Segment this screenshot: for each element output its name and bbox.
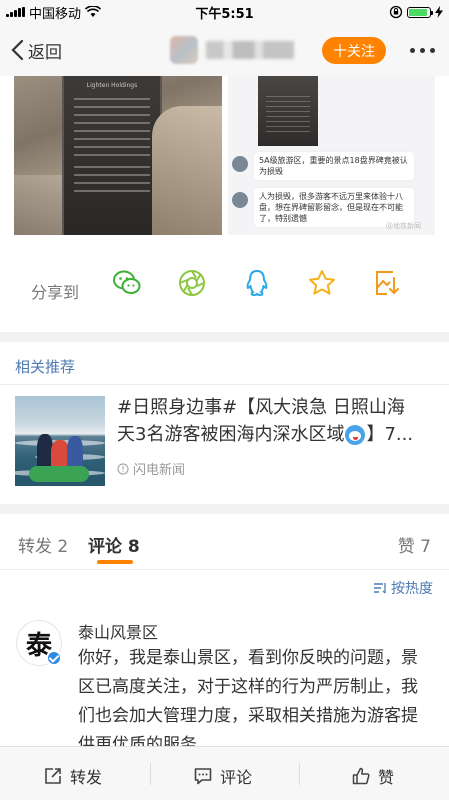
comment-label: 评论 [220, 768, 253, 787]
like-label: 赞 [378, 768, 395, 787]
chat-thumbnail [258, 76, 318, 146]
moments-icon[interactable] [177, 268, 207, 298]
follow-button[interactable]: 十关注 [322, 37, 386, 64]
emoji-icon [345, 425, 366, 445]
post-image-chat[interactable]: 5A级旅游区，重要的景点18盘界碑竟被认为损毁 人为损毁，很多游客不远万里来体验… [228, 76, 435, 235]
more-icon[interactable] [410, 48, 435, 53]
person-shape [67, 436, 83, 470]
source-link-icon [117, 462, 129, 475]
related-thumbnail[interactable] [15, 396, 105, 486]
comment-text: 你好，我是泰山景区，看到你反映的问题，景区已高度关注，对于这样的行为严厉制止，我… [78, 648, 418, 755]
back-button[interactable]: 返回 [10, 38, 62, 63]
rotation-lock-icon [389, 5, 403, 19]
thumbs-up-icon [352, 767, 370, 785]
stele-caption: Lighten Holdings [86, 82, 138, 89]
qq-icon[interactable] [242, 268, 272, 298]
share-label: 分享到 [31, 283, 80, 302]
related-headline-line2: 天3名游客被困海内深水区域 [117, 424, 345, 445]
image-watermark: @地铁新闻 [386, 222, 421, 230]
chat-avatar [232, 192, 248, 208]
post-image-stele[interactable]: Lighten Holdings [14, 76, 222, 235]
post-content: Lighten Holdings 5A级旅游区，重要的景点18盘界碑竟被认为损毁… [0, 76, 449, 250]
comment-tabs: 转发 2 评论 8 赞 7 [0, 514, 449, 570]
charging-icon [435, 6, 443, 18]
status-time: 下午5:51 [195, 6, 254, 22]
related-headline[interactable]: #日照身边事#【风大浪急 日照山海 天3名游客被困海内深水区域 】7... [117, 394, 435, 448]
chevron-left-icon [11, 39, 24, 61]
follow-label: 十关注 [333, 43, 375, 60]
repost-label: 转发 [70, 768, 103, 787]
related-section: 相关推荐 #日照身边事#【风大浪急 日照山海 天3名游客被困海内深水区域 】7..… [0, 342, 449, 504]
chat-avatar [232, 156, 248, 172]
tab-indicator [97, 560, 133, 564]
divider [150, 763, 151, 785]
stele-shape: Lighten Holdings [62, 76, 162, 235]
repost-button[interactable]: 转发 [44, 764, 102, 788]
related-title: 相关推荐 [15, 358, 76, 376]
sort-label: 按热度 [391, 581, 433, 597]
comment-icon [194, 768, 212, 785]
status-bar: 中国移动 下午5:51 [0, 0, 449, 24]
status-right [389, 5, 443, 19]
tab-comment[interactable]: 评论 8 [88, 532, 140, 557]
back-label: 返回 [28, 42, 62, 63]
related-source: 闪电新闻 [117, 459, 185, 478]
bottom-action-bar: 转发 评论 赞 [0, 746, 449, 800]
favorite-star-icon[interactable] [307, 268, 337, 298]
jetski-shape [29, 466, 89, 482]
author-avatar [170, 36, 198, 64]
chat-bubble-text: 5A级旅游区，重要的景点18盘界碑竟被认为损毁 [254, 152, 414, 180]
comments-section: 按热度 泰 泰山风景区 你好，我是泰山景区，看到你反映的问题，景区已高度关注，对… [0, 570, 449, 755]
repost-icon [45, 768, 61, 784]
rock-shape [14, 175, 64, 235]
nav-bar: 返回 十关注 [0, 24, 449, 76]
comment-button[interactable]: 评论 [194, 764, 252, 788]
related-headline-line1: #日照身边事#【风大浪急 日照山海 [117, 397, 405, 418]
author-name-blurred [206, 41, 294, 59]
related-source-label: 闪电新闻 [133, 463, 186, 478]
like-button[interactable]: 赞 [352, 764, 394, 788]
tab-repost[interactable]: 转发 2 [18, 532, 68, 557]
battery-icon [407, 6, 433, 18]
comment-author[interactable]: 泰山风景区 [78, 619, 158, 643]
verified-badge-icon [46, 650, 62, 666]
save-image-icon[interactable] [372, 268, 402, 298]
sort-button[interactable]: 按热度 [373, 578, 433, 598]
rock-shape [152, 106, 222, 235]
sort-icon [374, 583, 386, 594]
divider [0, 384, 449, 385]
chat-message: 5A级旅游区，重要的景点18盘界碑竟被认为损毁 [232, 152, 414, 180]
blurred-author[interactable] [170, 36, 294, 64]
divider [299, 763, 300, 785]
related-headline-line2-tail: 】7... [366, 424, 414, 445]
tab-like[interactable]: 赞 7 [398, 532, 431, 557]
wechat-icon[interactable] [112, 268, 142, 298]
